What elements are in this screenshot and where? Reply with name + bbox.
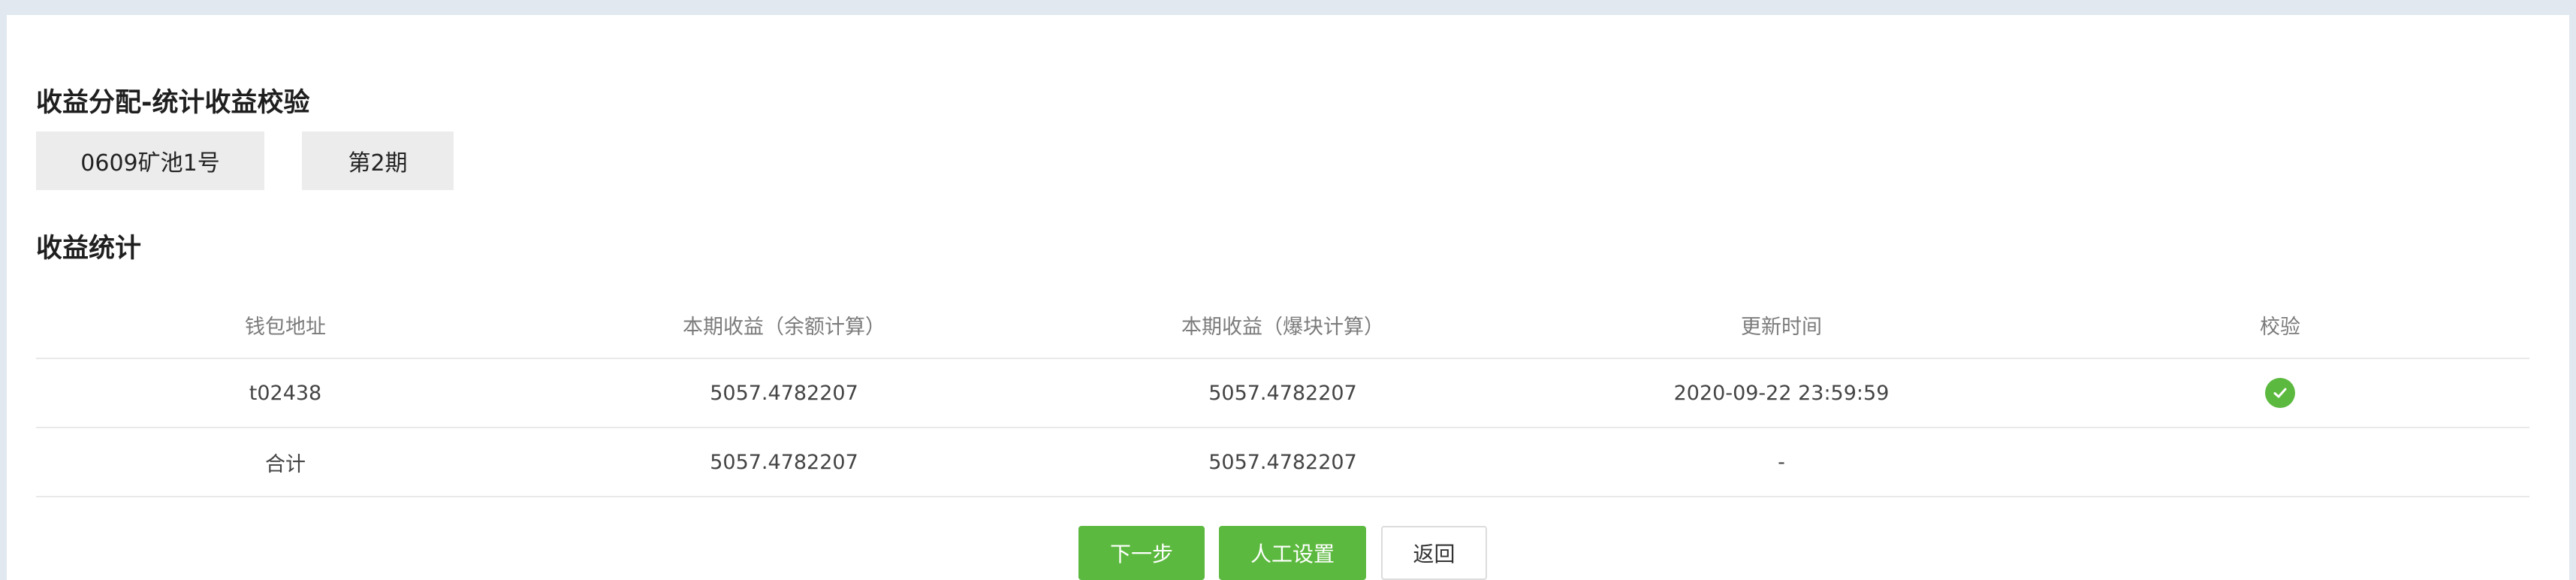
section-title: 收益统计 [36, 234, 142, 264]
main-panel: 收益分配-统计收益校验 0609矿池1号 第2期 收益统计 钱包地址 本期收益（… [7, 15, 2569, 580]
column-header-income-block: 本期收益（爆块计算） [1181, 315, 1384, 339]
updated-cell: 2020-09-22 23:59:59 [1673, 381, 1890, 405]
action-bar: 下一步 人工设置 返回 [7, 526, 2569, 580]
stats-table: 钱包地址 本期收益（余额计算） 本期收益（爆块计算） 更新时间 校验 t0243… [36, 292, 2529, 497]
income-block-cell: 5057.4782207 [1208, 381, 1357, 405]
total-income-balance-cell: 5057.4782207 [710, 450, 858, 474]
total-income-block-cell: 5057.4782207 [1208, 450, 1357, 474]
column-header-wallet: 钱包地址 [245, 315, 326, 339]
table-total-row: 合计 5057.4782207 5057.4782207 - [36, 428, 2529, 497]
column-header-updated: 更新时间 [1741, 315, 1822, 339]
total-updated-cell: - [1778, 450, 1785, 474]
column-header-verify: 校验 [2260, 315, 2300, 339]
next-step-button[interactable]: 下一步 [1078, 526, 1205, 580]
manual-settings-button[interactable]: 人工设置 [1219, 526, 1366, 580]
period-selector[interactable]: 第2期 [302, 131, 454, 190]
table-row: t02438 5057.4782207 5057.4782207 2020-09… [36, 359, 2529, 428]
back-button[interactable]: 返回 [1381, 526, 1487, 580]
page-title: 收益分配-统计收益校验 [36, 88, 310, 118]
check-circle-icon [2265, 378, 2295, 408]
verify-cell [2031, 378, 2529, 408]
total-label-cell: 合计 [265, 452, 306, 476]
pool-selector[interactable]: 0609矿池1号 [36, 131, 264, 190]
column-header-income-balance: 本期收益（余额计算） [683, 315, 885, 339]
wallet-cell: t02438 [249, 381, 322, 405]
income-balance-cell: 5057.4782207 [710, 381, 858, 405]
table-header: 钱包地址 本期收益（余额计算） 本期收益（爆块计算） 更新时间 校验 [36, 292, 2529, 359]
